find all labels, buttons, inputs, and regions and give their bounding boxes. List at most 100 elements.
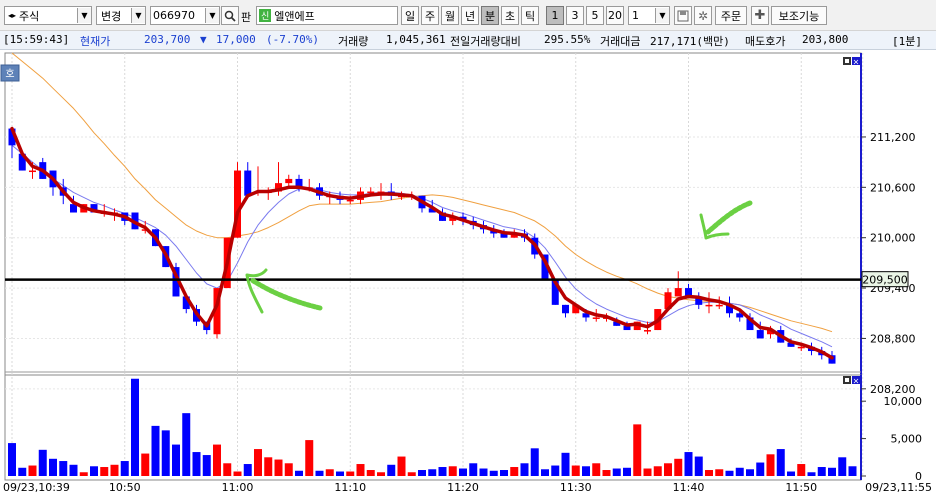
- tab-day-label: 일: [404, 9, 416, 23]
- aux-function-label: 보조기능: [778, 9, 820, 23]
- time-label: 11:30: [560, 481, 592, 494]
- time-label: 11:40: [673, 481, 705, 494]
- volume-bar: [8, 443, 16, 476]
- stock-name-field[interactable]: 신 엘앤에프: [256, 6, 398, 25]
- candle-body: [29, 170, 36, 173]
- tab-month-label: 월: [444, 9, 456, 23]
- volume-bar: [541, 469, 549, 476]
- ask-price: 203,800: [802, 33, 849, 46]
- candle-body: [674, 288, 682, 297]
- volume-bar: [725, 470, 734, 476]
- volume-bar: [756, 462, 765, 476]
- candle-body: [705, 304, 713, 307]
- time-label: 09/23,10:39: [3, 481, 70, 494]
- interval-5[interactable]: 5: [586, 6, 604, 25]
- volume-bar: [110, 464, 119, 476]
- volume-bar: [797, 464, 806, 476]
- gear-icon: ✲: [697, 8, 709, 23]
- volume-bar: [366, 470, 375, 476]
- settings-button[interactable]: ✲: [694, 6, 712, 25]
- aux-function-button[interactable]: 보조기능: [771, 6, 827, 25]
- corner-badge-label: 호: [5, 68, 14, 80]
- volume-bar: [264, 457, 273, 476]
- crosshair-button[interactable]: ✚: [751, 6, 769, 25]
- volume-bar: [18, 467, 27, 476]
- save-button[interactable]: [674, 6, 692, 25]
- stock-code-field[interactable]: 066970 ▼: [150, 6, 220, 25]
- volume-bar: [705, 470, 713, 476]
- interval-select-value: 1: [632, 9, 639, 22]
- interval-1[interactable]: 1: [546, 6, 564, 25]
- volume-bar: [274, 459, 283, 476]
- search-button[interactable]: [221, 6, 239, 25]
- price-tick-label: 208,800: [870, 332, 916, 345]
- price-change: 17,000: [216, 33, 256, 46]
- volume-bar: [469, 463, 478, 476]
- tab-day[interactable]: 일: [401, 6, 419, 25]
- time-label: 11:10: [334, 481, 366, 494]
- volume-bar: [530, 448, 539, 476]
- interval-select[interactable]: 1 ▼: [628, 6, 670, 25]
- price-panel: [4, 52, 862, 415]
- stock-chart[interactable]: 208,200208,800209,400210,000210,600211,2…: [0, 50, 936, 496]
- tab-minute-label: 분: [484, 9, 496, 23]
- quote-time: [15:59:43]: [3, 33, 70, 46]
- tab-tick[interactable]: 틱: [521, 6, 539, 25]
- tab-year[interactable]: 년: [461, 6, 479, 25]
- volume-bar: [438, 467, 447, 476]
- tab-second[interactable]: 초: [501, 6, 519, 25]
- volume-bar: [254, 449, 262, 476]
- order-button[interactable]: 주문: [715, 6, 747, 25]
- interval-3[interactable]: 3: [566, 6, 584, 25]
- candle-body: [562, 304, 569, 314]
- interval-20[interactable]: 20: [606, 6, 624, 25]
- volume-bar: [551, 465, 560, 476]
- quote-info-bar: [15:59:43] 현재가 203,700 ▼ 17,000 (-7.70%)…: [0, 31, 936, 50]
- candle-body: [346, 199, 354, 202]
- volume-bar: [848, 466, 857, 476]
- tab-week[interactable]: 주: [421, 6, 439, 25]
- volume-bar: [684, 452, 693, 476]
- volume-bar: [500, 470, 508, 476]
- volume-bar: [592, 463, 601, 476]
- tab-second-label: 초: [504, 9, 516, 23]
- volume-axis-labels: 05,00010,000: [861, 395, 922, 483]
- volume-bar: [202, 455, 211, 476]
- volume-bar: [653, 466, 662, 476]
- prev-volume-ratio-label: 전일거래량대비: [450, 35, 521, 48]
- candle-body: [715, 304, 723, 307]
- volume-bar: [817, 467, 826, 476]
- volume-bar: [807, 472, 816, 476]
- interval-3-label: 3: [571, 9, 579, 22]
- tab-month[interactable]: 월: [441, 6, 459, 25]
- volume-bar: [28, 465, 37, 476]
- volume-bar: [664, 463, 672, 476]
- candle-body: [244, 170, 252, 196]
- chevron-down-icon: ▼: [655, 8, 669, 23]
- volume-bar: [428, 469, 437, 476]
- time-label: 11:00: [222, 481, 254, 494]
- tab-minute[interactable]: 분: [481, 6, 499, 25]
- credit-badge: 신: [259, 9, 272, 22]
- volume-bar: [284, 463, 293, 476]
- trade-amount: 217,171(백만): [650, 35, 730, 48]
- tab-year-label: 년: [464, 9, 476, 23]
- volume-bar: [407, 472, 416, 476]
- change-select[interactable]: 변경 ▼: [96, 6, 146, 25]
- volume-bar: [571, 465, 580, 476]
- volume-bar: [49, 458, 57, 476]
- prev-volume-ratio: 295.55%: [544, 33, 591, 46]
- volume-bar: [612, 468, 621, 476]
- volume-bar: [315, 470, 324, 476]
- volume-bar: [397, 456, 406, 476]
- volume-bar: [182, 413, 191, 476]
- chevron-down-icon: ▼: [77, 8, 91, 23]
- volume-bar: [746, 469, 754, 476]
- volume-bar: [766, 454, 775, 476]
- market-type-value: 주식: [19, 9, 40, 23]
- volume-bar: [377, 472, 385, 476]
- volume-bar: [387, 464, 396, 476]
- market-type-select[interactable]: ◂▸ 주식 ▼: [4, 6, 92, 25]
- volume-bar: [213, 444, 221, 476]
- volume-bar: [346, 471, 355, 476]
